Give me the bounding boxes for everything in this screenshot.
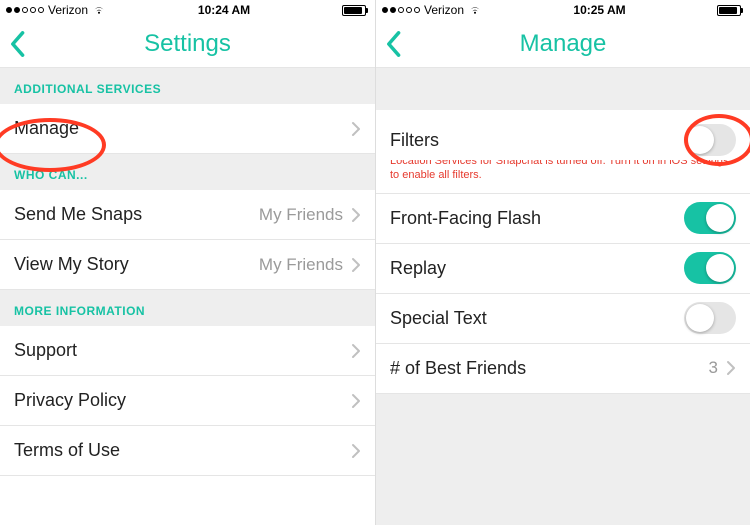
- carrier-label: Verizon: [424, 3, 464, 17]
- row-special-text: Special Text: [376, 294, 750, 344]
- empty-area: [376, 394, 750, 525]
- section-header-more-information: MORE INFORMATION: [0, 290, 375, 326]
- front-facing-flash-toggle[interactable]: [684, 202, 736, 234]
- section-header-who-can: WHO CAN...: [0, 154, 375, 190]
- row-send-me-snaps[interactable]: Send Me Snaps My Friends: [0, 190, 375, 240]
- battery-icon: [717, 5, 741, 16]
- chevron-right-icon: [351, 257, 361, 273]
- row-label: Filters: [390, 130, 439, 151]
- chevron-right-icon: [351, 343, 361, 359]
- section-header-additional-services: ADDITIONAL SERVICES: [0, 68, 375, 104]
- header-spacer: [376, 68, 750, 110]
- row-label: Special Text: [390, 308, 487, 329]
- wifi-icon: [92, 3, 106, 17]
- row-privacy-policy[interactable]: Privacy Policy: [0, 376, 375, 426]
- status-left: Verizon: [6, 3, 106, 17]
- status-right: [342, 5, 369, 16]
- signal-strength-icon: [6, 7, 44, 13]
- nav-bar: Settings: [0, 20, 375, 68]
- battery-icon: [342, 5, 366, 16]
- back-button[interactable]: [384, 20, 402, 67]
- special-text-toggle[interactable]: [684, 302, 736, 334]
- row-label: Terms of Use: [14, 440, 120, 461]
- nav-bar: Manage: [376, 20, 750, 68]
- status-right: [717, 5, 744, 16]
- row-front-facing-flash: Front-Facing Flash: [376, 194, 750, 244]
- signal-strength-icon: [382, 7, 420, 13]
- back-button[interactable]: [8, 20, 26, 67]
- chevron-right-icon: [351, 393, 361, 409]
- chevron-right-icon: [726, 360, 736, 376]
- clock-label: 10:25 AM: [573, 3, 625, 17]
- filters-toggle[interactable]: [684, 124, 736, 156]
- row-label: Send Me Snaps: [14, 204, 142, 225]
- row-label: Privacy Policy: [14, 390, 126, 411]
- chevron-right-icon: [351, 121, 361, 137]
- clock-label: 10:24 AM: [198, 3, 250, 17]
- row-support[interactable]: Support: [0, 326, 375, 376]
- row-label: Manage: [14, 118, 79, 139]
- status-bar: Verizon 10:25 AM: [376, 0, 750, 20]
- chevron-right-icon: [351, 207, 361, 223]
- row-terms-of-use[interactable]: Terms of Use: [0, 426, 375, 476]
- settings-screen: Verizon 10:24 AM Settings ADDITIONAL SER…: [0, 0, 375, 525]
- status-left: Verizon: [382, 3, 482, 17]
- status-bar: Verizon 10:24 AM: [0, 0, 375, 20]
- row-label: Support: [14, 340, 77, 361]
- page-title: Manage: [520, 30, 607, 58]
- page-title: Settings: [144, 30, 231, 58]
- carrier-label: Verizon: [48, 3, 88, 17]
- manage-screen: Verizon 10:25 AM Manage Filters Location…: [375, 0, 750, 525]
- row-value: 3: [709, 358, 718, 378]
- row-manage[interactable]: Manage: [0, 104, 375, 154]
- wifi-icon: [468, 3, 482, 17]
- row-label: View My Story: [14, 254, 129, 275]
- row-view-my-story[interactable]: View My Story My Friends: [0, 240, 375, 290]
- replay-toggle[interactable]: [684, 252, 736, 284]
- chevron-right-icon: [351, 443, 361, 459]
- row-replay: Replay: [376, 244, 750, 294]
- row-value: My Friends: [259, 255, 343, 275]
- row-filters: Filters: [376, 110, 750, 160]
- row-label: Front-Facing Flash: [390, 208, 541, 229]
- row-best-friends[interactable]: # of Best Friends 3: [376, 344, 750, 394]
- row-label: Replay: [390, 258, 446, 279]
- row-label: # of Best Friends: [390, 358, 526, 379]
- row-value: My Friends: [259, 205, 343, 225]
